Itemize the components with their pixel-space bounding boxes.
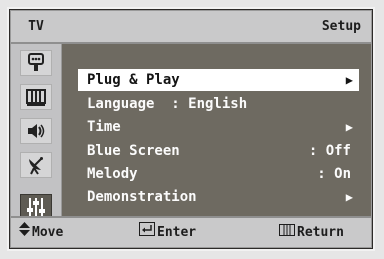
menu-item-value: : On	[317, 166, 351, 182]
enter-key-icon	[139, 218, 155, 247]
osd-window: TV Setup Plug & Play ▶ Language: Englis…	[7, 7, 375, 251]
page-title: Setup	[321, 19, 361, 34]
tv-label: TV	[28, 19, 44, 34]
return-menu-icon	[279, 218, 295, 247]
submenu-arrow-icon: ▶	[345, 73, 353, 87]
footer-hints: Move Enter Return	[11, 216, 371, 247]
menu-item-melody[interactable]: Melody : On	[78, 163, 359, 185]
submenu-arrow-icon: ▶	[345, 190, 353, 204]
menu-item-label: Plug & Play	[87, 72, 180, 88]
menu-item-label: Melody	[87, 166, 138, 182]
menu-item-demonstration[interactable]: Demonstration ▶	[78, 186, 359, 208]
menu-content: Plug & Play ▶ Language : English Time ▶ …	[62, 44, 371, 226]
return-label: Return	[297, 225, 344, 240]
menu-item-label: Language : English	[87, 96, 248, 112]
move-label: Move	[32, 225, 64, 240]
menu-item-label: Demonstration	[87, 189, 197, 205]
submenu-arrow-icon: ▶	[345, 120, 353, 134]
enter-hint: Enter	[139, 218, 196, 247]
sound-icon[interactable]	[20, 118, 52, 144]
menu-item-value: : Off	[308, 143, 351, 159]
category-sidebar	[11, 44, 62, 226]
osd-panel: TV Setup Plug & Play ▶ Language: Englis…	[10, 10, 372, 248]
channel-antenna-icon[interactable]	[20, 152, 52, 178]
up-down-arrow-icon	[19, 218, 30, 247]
menu-item-blue-screen[interactable]: Blue Screen : Off	[78, 140, 359, 162]
return-hint: Return	[279, 218, 344, 247]
move-hint: Move	[19, 218, 63, 247]
menu-item-label: Blue Screen	[87, 143, 180, 159]
picture-icon[interactable]	[20, 84, 52, 110]
title-bar: TV Setup	[11, 11, 371, 44]
menu-item-time[interactable]: Time ▶	[78, 116, 359, 138]
menu-item-plug-and-play[interactable]: Plug & Play ▶	[78, 69, 359, 91]
menu-item-label: Time	[87, 119, 121, 135]
enter-label: Enter	[157, 225, 197, 240]
menu-item-language[interactable]: Language : English	[78, 93, 359, 115]
input-icon[interactable]	[20, 50, 52, 76]
